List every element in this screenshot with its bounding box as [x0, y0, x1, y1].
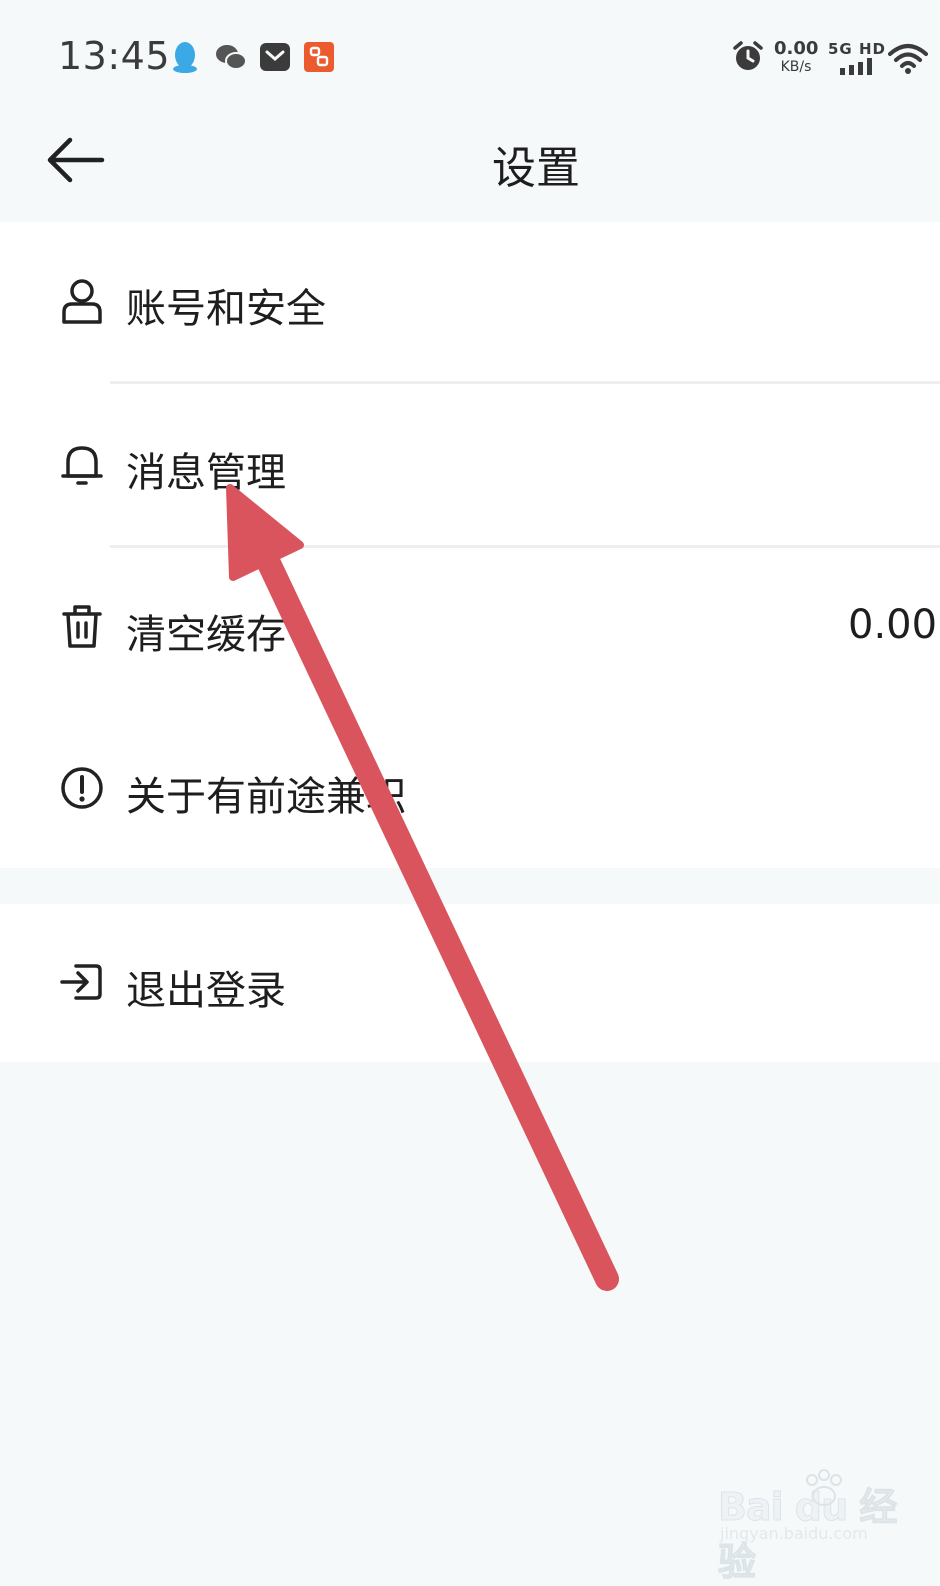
logout-button[interactable]: 退出登录	[0, 904, 940, 1062]
bell-icon	[61, 446, 103, 485]
logout-section: 退出登录	[0, 904, 940, 1062]
settings-item-about[interactable]: 关于有前途兼职	[0, 708, 940, 868]
logout-label: 退出登录	[126, 968, 286, 1014]
net-speed-value: 0.00	[774, 38, 819, 59]
settings-item-label: 清空缓存	[126, 612, 286, 658]
settings-list: 账号和安全 消息管理 清空缓存 0.00 关于有前途兼职	[0, 222, 940, 868]
settings-item-clear-cache[interactable]: 清空缓存 0.00	[0, 548, 940, 708]
status-time: 13:45	[58, 34, 171, 78]
alarm-icon	[733, 41, 763, 70]
trash-icon	[62, 605, 102, 648]
wifi-icon	[888, 44, 928, 74]
logout-icon	[60, 964, 102, 1000]
settings-item-label: 账号和安全	[126, 286, 326, 332]
net-speed: 0.00 KB/s	[774, 38, 819, 75]
signal-bars-icon	[840, 58, 872, 75]
info-icon	[61, 767, 103, 809]
qq-icon	[173, 42, 197, 73]
wechat-icon	[216, 45, 247, 70]
mail-icon	[260, 43, 290, 71]
net-speed-unit: KB/s	[780, 59, 812, 75]
settings-item-message-management[interactable]: 消息管理	[0, 384, 940, 545]
paw-icon	[806, 1469, 842, 1506]
settings-item-label: 关于有前途兼职	[126, 774, 406, 820]
settings-item-label: 消息管理	[126, 450, 286, 496]
arrow-left-icon[interactable]	[44, 134, 108, 186]
app-icon	[304, 42, 334, 72]
watermark-logo: Bai du 经验	[718, 1485, 898, 1585]
top-app-bar	[0, 116, 940, 222]
settings-item-account-security[interactable]: 账号和安全	[0, 222, 940, 382]
watermark-url: jingyan.baidu.com	[720, 1524, 868, 1543]
user-icon	[62, 279, 102, 324]
status-bar: 13:45 0.00 KB/s 5G HD	[0, 0, 940, 116]
watermark: Bai du 经验 jingyan.baidu.com	[718, 1468, 898, 1585]
cache-size-value: 0.00	[848, 602, 938, 648]
